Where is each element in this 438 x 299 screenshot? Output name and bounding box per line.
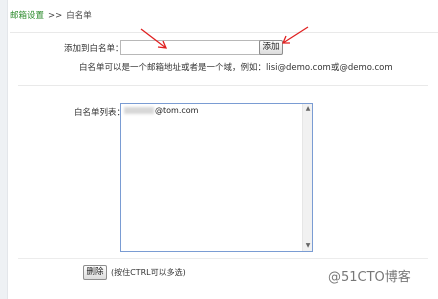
annotation-arrows [140, 26, 309, 49]
arrow-to-add-button-icon [282, 26, 309, 44]
arrow-to-input-icon [140, 28, 168, 49]
